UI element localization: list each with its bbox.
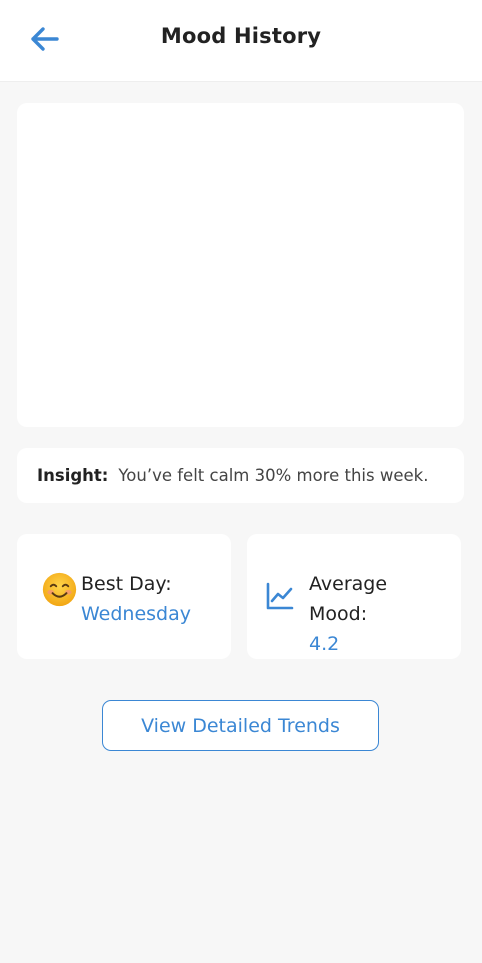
average-mood-label: Average Mood: <box>309 573 388 625</box>
best-day-label: Best Day: <box>81 573 172 595</box>
smiling-face-emoji-icon <box>42 572 77 607</box>
best-day-value: Wednesday <box>81 603 192 625</box>
insight-card: Insight: You’ve felt calm 30% more this … <box>17 448 464 503</box>
insight-text: You’ve felt calm 30% more this week. <box>118 466 429 485</box>
mood-chart-card <box>17 103 464 427</box>
average-mood-card: Average Mood: 4.2 <box>247 534 461 659</box>
app-header: Mood History <box>0 0 482 82</box>
trend-chart-icon <box>266 582 294 610</box>
best-day-card: Best Day: Wednesday <box>17 534 231 659</box>
view-detailed-trends-button[interactable]: View Detailed Trends <box>102 700 379 751</box>
insight-label: Insight: <box>37 466 109 485</box>
page-title: Mood History <box>160 24 322 48</box>
average-mood-value: 4.2 <box>309 633 340 655</box>
